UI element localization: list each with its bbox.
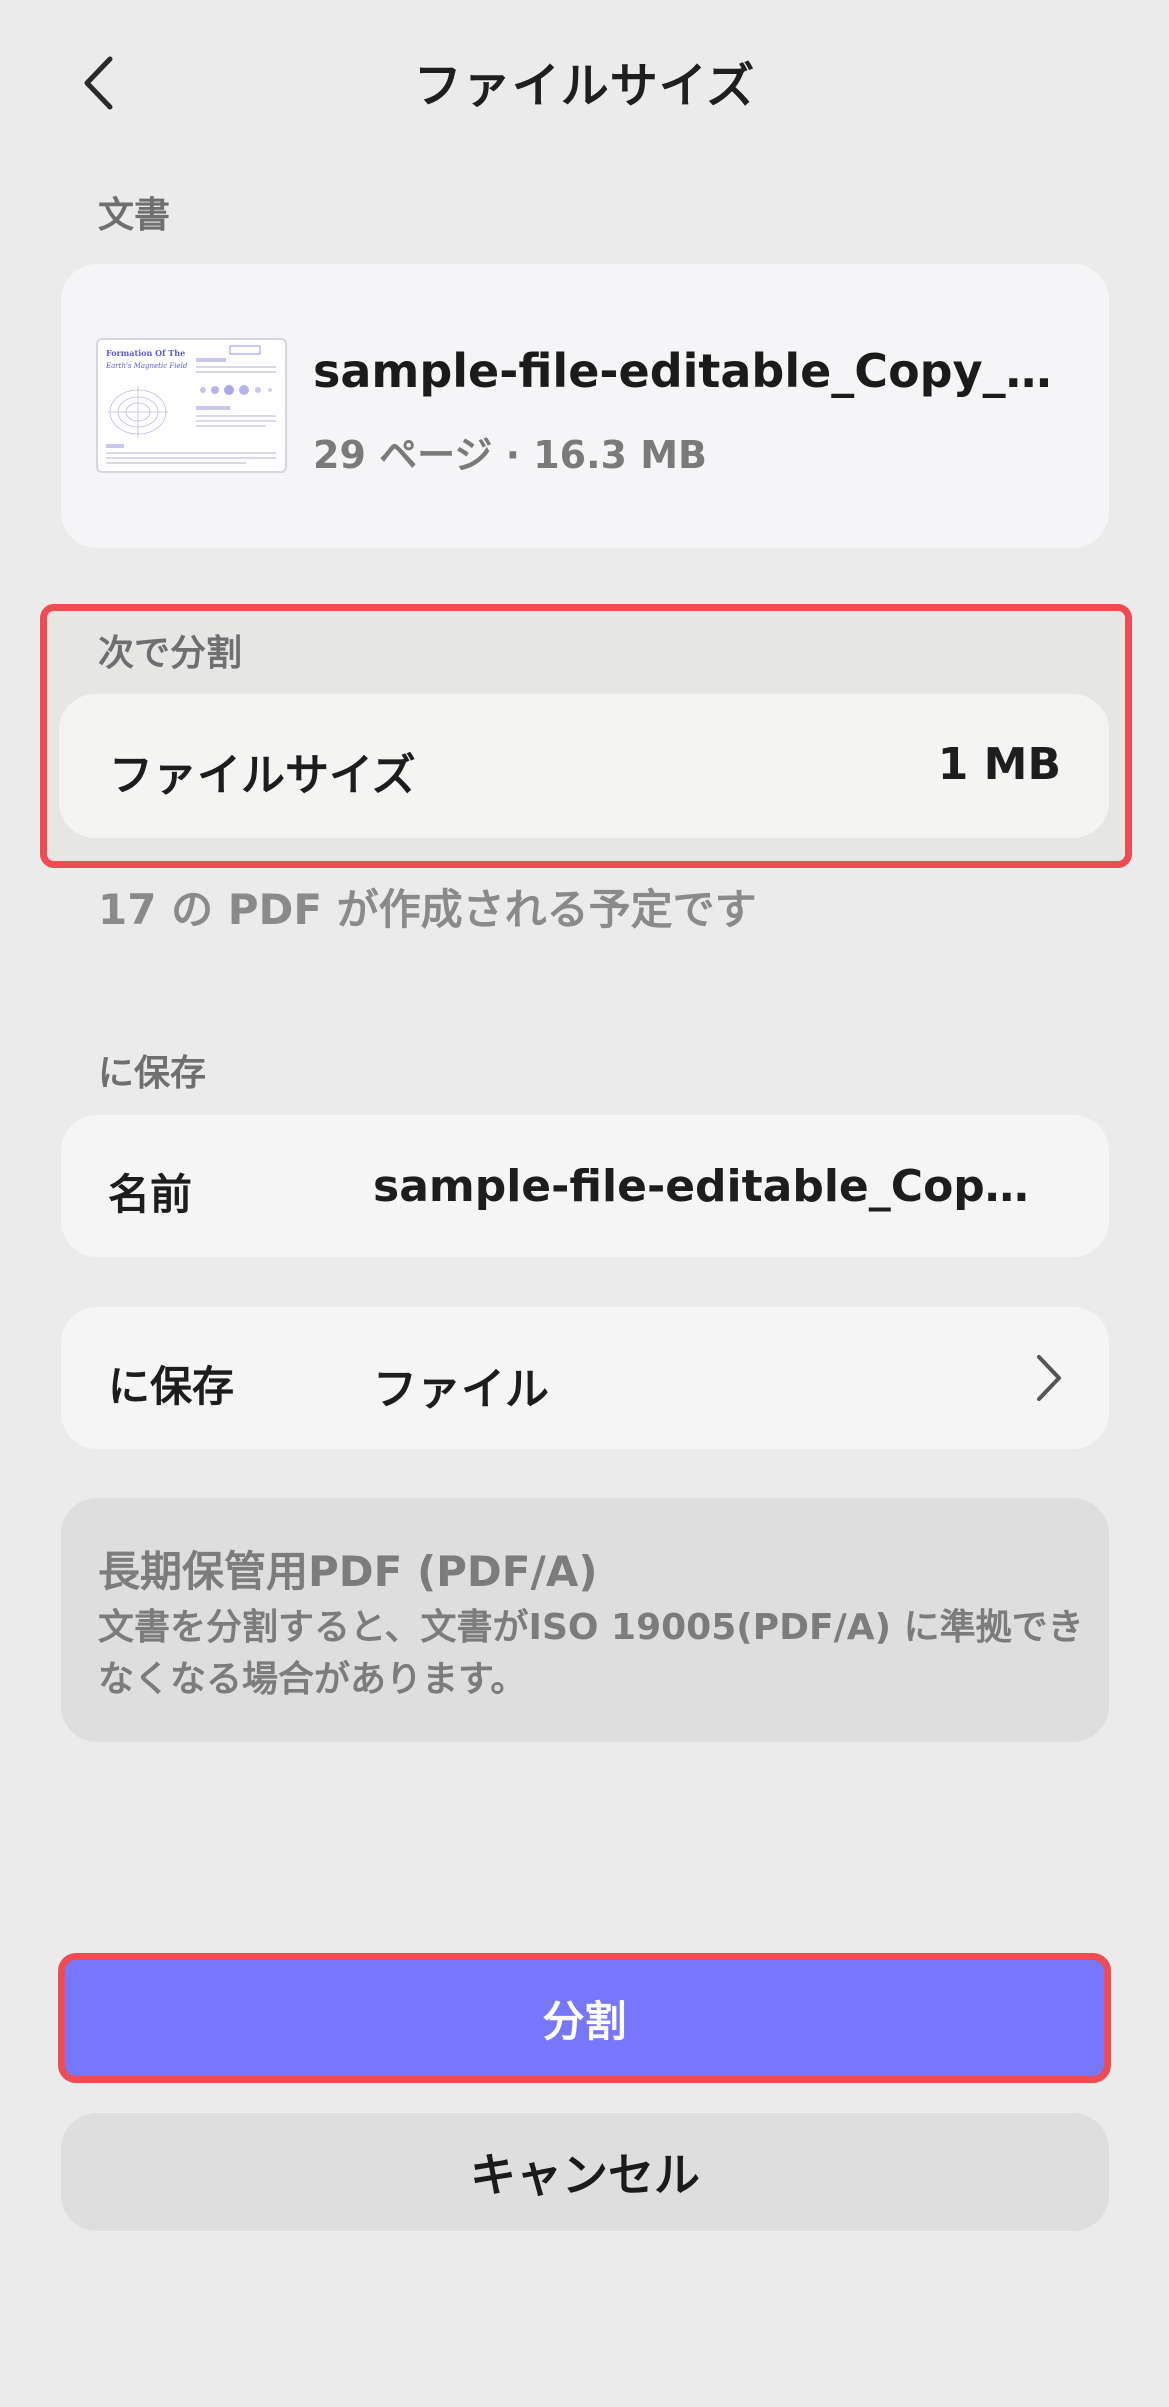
save-location-row[interactable]: に保存 ファイル bbox=[61, 1307, 1109, 1449]
pdfa-info-card: 長期保管用PDF (PDF/A) 文書を分割すると、文書がISO 19005(P… bbox=[61, 1498, 1109, 1742]
save-location-label: に保存 bbox=[108, 1362, 235, 1411]
save-location-value: ファイル bbox=[373, 1364, 549, 1415]
document-thumbnail: Formation Of The Earth's Magnetic Field bbox=[96, 338, 287, 473]
document-meta: 29 ページ · 16.3 MB bbox=[313, 433, 708, 477]
chevron-right-icon bbox=[1037, 1355, 1061, 1401]
split-button[interactable]: 分割 bbox=[65, 1960, 1104, 2076]
split-by-file-size-screen: ファイルサイズ 文書 Formation Of The Earth's Magn… bbox=[0, 0, 1169, 2407]
pdfa-info-title: 長期保管用PDF (PDF/A) bbox=[98, 1547, 598, 1596]
file-name-row[interactable]: 名前 sample-file-editable_Copy_... bbox=[61, 1115, 1109, 1257]
name-value[interactable]: sample-file-editable_Copy_... bbox=[373, 1161, 1053, 1212]
thumbnail-title-line1: Formation Of The bbox=[106, 348, 185, 358]
split-by-row-label: ファイルサイズ bbox=[109, 750, 416, 801]
document-file-name: sample-file-editable_Copy_Co... bbox=[313, 344, 1083, 398]
thumbnail-title-line2: Earth's Magnetic Field bbox=[105, 362, 188, 370]
split-by-file-size-row[interactable]: ファイルサイズ 1 MB bbox=[59, 694, 1109, 838]
save-section-label: に保存 bbox=[98, 1053, 207, 1094]
page-title: ファイルサイズ bbox=[413, 58, 756, 114]
pdfa-info-body: 文書を分割すると、文書がISO 19005(PDF/A) に準拠できなくなる場合… bbox=[98, 1607, 1084, 1700]
thumbnail-preview: Formation Of The Earth's Magnetic Field bbox=[105, 345, 276, 464]
document-section-label: 文書 bbox=[98, 195, 171, 236]
split-by-row-value: 1 MB bbox=[937, 739, 1061, 790]
split-by-section-label: 次で分割 bbox=[98, 633, 243, 674]
cancel-button[interactable]: キャンセル bbox=[61, 2113, 1109, 2231]
name-label: 名前 bbox=[108, 1170, 193, 1219]
pdf-count-note: 17 の PDF が作成される予定です bbox=[98, 885, 757, 934]
document-card: Formation Of The Earth's Magnetic Field bbox=[61, 264, 1109, 548]
